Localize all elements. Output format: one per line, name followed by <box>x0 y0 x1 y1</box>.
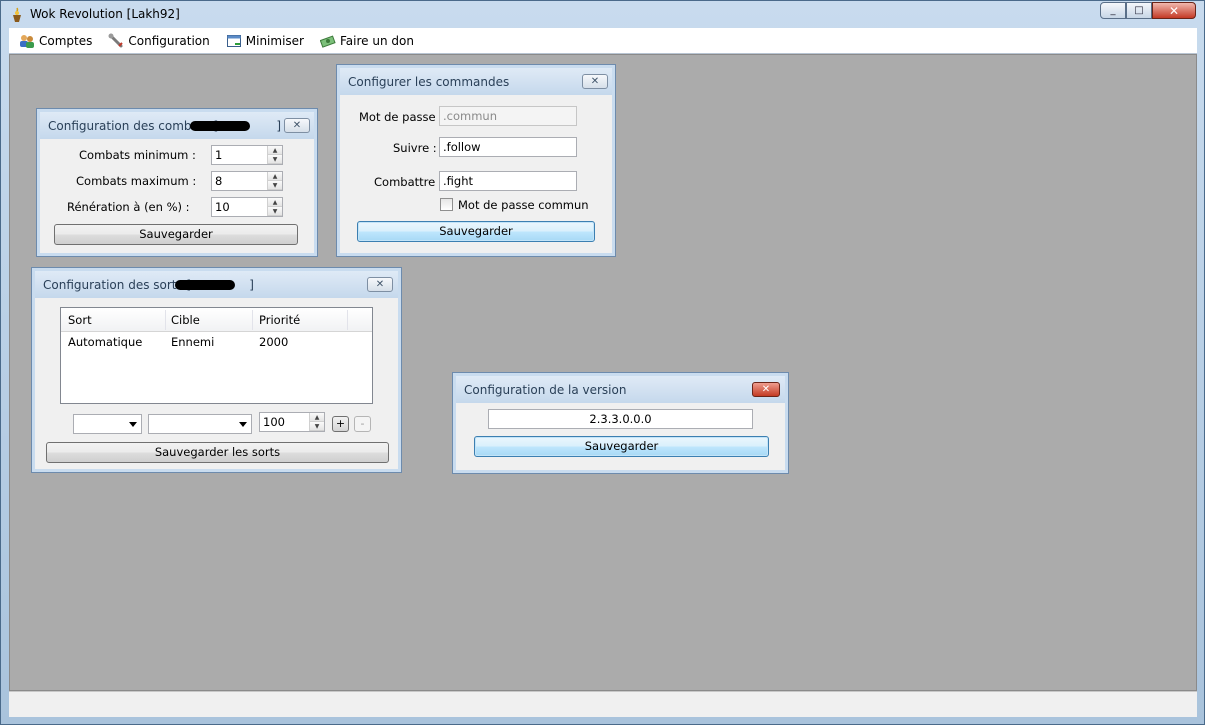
main-window: Wok Revolution [Lakh92] _ □ ✕ Comptes Co… <box>0 0 1205 725</box>
commandes-title-bar[interactable]: Configurer les commandes ✕ <box>340 68 612 95</box>
password-label: Mot de passe : <box>359 110 444 124</box>
spin-up-icon[interactable]: ▲ <box>268 172 282 181</box>
spells-list[interactable]: Sort Cible Priorité Automatique Ennemi 2… <box>60 307 373 404</box>
spin-down-icon[interactable]: ▼ <box>310 422 324 431</box>
password-field[interactable]: .commun <box>439 106 577 126</box>
redacted-name <box>190 121 250 131</box>
spin-up-icon[interactable]: ▲ <box>310 413 324 422</box>
combats-close-button[interactable]: ✕ <box>284 118 310 133</box>
spin-up-icon[interactable]: ▲ <box>268 198 282 207</box>
combats-window: Configuration des combats [] ✕ Combats m… <box>36 108 318 257</box>
add-spell-button[interactable]: + <box>332 416 349 432</box>
column-sort[interactable]: Sort <box>68 313 92 327</box>
cell-priorite: 2000 <box>259 335 289 349</box>
version-title-bar[interactable]: Configuration de la version ✕ <box>456 376 785 403</box>
spin-up-icon[interactable]: ▲ <box>268 146 282 155</box>
menu-configuration[interactable]: Configuration <box>108 33 210 49</box>
fight-label: Combattre : <box>374 175 443 189</box>
sorts-title-bar[interactable]: Configuration des sorts [] ✕ <box>35 271 398 298</box>
status-bar <box>9 691 1197 717</box>
version-field[interactable]: 2.3.3.0.0.0 <box>488 409 753 429</box>
version-window: Configuration de la version ✕ 2.3.3.0.0.… <box>452 372 789 474</box>
minimize-window-icon <box>226 34 241 47</box>
menu-faire-un-don[interactable]: Faire un don <box>319 33 414 49</box>
version-save-button[interactable]: Sauvegarder <box>474 436 769 457</box>
version-title: Configuration de la version <box>464 383 627 397</box>
max-combats-label: Combats maximum : <box>76 174 197 188</box>
chevron-down-icon <box>239 422 247 427</box>
menu-comptes-label: Comptes <box>39 33 93 48</box>
cell-cible: Ennemi <box>171 335 215 349</box>
remove-spell-button[interactable]: - <box>354 416 371 432</box>
combats-title-bar[interactable]: Configuration des combats [] ✕ <box>40 112 314 139</box>
redacted-name <box>175 280 235 290</box>
commandes-save-button[interactable]: Sauvegarder <box>357 221 595 242</box>
column-cible[interactable]: Cible <box>171 313 200 327</box>
menu-minimiser[interactable]: Minimiser <box>226 33 304 49</box>
max-combats-stepper[interactable]: 8 ▲ ▼ <box>211 171 283 191</box>
menu-faire-un-don-label: Faire un don <box>339 33 414 48</box>
regen-label: Rénération à (en %) : <box>67 200 190 214</box>
users-icon <box>20 34 34 48</box>
spin-down-icon[interactable]: ▼ <box>268 207 282 216</box>
common-password-label: Mot de passe commun <box>458 198 589 212</box>
spin-down-icon[interactable]: ▼ <box>268 181 282 190</box>
minimize-button[interactable]: _ <box>1100 2 1126 19</box>
target-select[interactable] <box>148 414 252 434</box>
min-combats-label: Combats minimum : <box>79 148 196 162</box>
title-bar[interactable]: Wok Revolution [Lakh92] _ □ ✕ <box>1 1 1204 28</box>
commandes-window: Configurer les commandes ✕ Mot de passe … <box>336 64 616 257</box>
close-button[interactable]: ✕ <box>1152 2 1196 19</box>
menu-configuration-label: Configuration <box>128 33 210 48</box>
window-title: Wok Revolution [Lakh92] <box>30 7 180 21</box>
priority-stepper[interactable]: 100 ▲ ▼ <box>259 412 325 432</box>
app-icon <box>13 7 21 22</box>
maximize-button[interactable]: □ <box>1126 2 1152 19</box>
cell-sort: Automatique <box>68 335 143 349</box>
version-close-button[interactable]: ✕ <box>752 382 780 397</box>
mdi-area: Configuration des combats [] ✕ Combats m… <box>9 54 1197 691</box>
combats-save-button[interactable]: Sauvegarder <box>54 224 298 245</box>
sorts-save-button[interactable]: Sauvegarder les sorts <box>46 442 389 463</box>
menu-bar: Comptes Configuration Minimiser Faire un… <box>9 28 1197 54</box>
spells-list-header: Sort Cible Priorité <box>61 308 372 332</box>
sorts-window: Configuration des sorts [] ✕ Sort Cible … <box>31 267 402 473</box>
follow-field[interactable]: .follow <box>439 137 577 157</box>
common-password-checkbox[interactable] <box>440 198 453 211</box>
follow-label: Suivre : <box>393 141 437 155</box>
min-combats-stepper[interactable]: 1 ▲ ▼ <box>211 145 283 165</box>
commandes-title: Configurer les commandes <box>348 75 510 89</box>
spell-select[interactable] <box>73 414 142 434</box>
regen-stepper[interactable]: 10 ▲ ▼ <box>211 197 283 217</box>
commandes-close-button[interactable]: ✕ <box>582 74 608 89</box>
sorts-close-button[interactable]: ✕ <box>367 277 393 292</box>
chevron-down-icon <box>129 422 137 427</box>
menu-comptes[interactable]: Comptes <box>19 33 92 49</box>
column-priorite[interactable]: Priorité <box>259 313 300 327</box>
fight-field[interactable]: .fight <box>439 171 577 191</box>
money-icon <box>319 34 336 48</box>
spin-down-icon[interactable]: ▼ <box>268 155 282 164</box>
menu-minimiser-label: Minimiser <box>245 33 304 48</box>
wrench-icon <box>108 33 124 47</box>
